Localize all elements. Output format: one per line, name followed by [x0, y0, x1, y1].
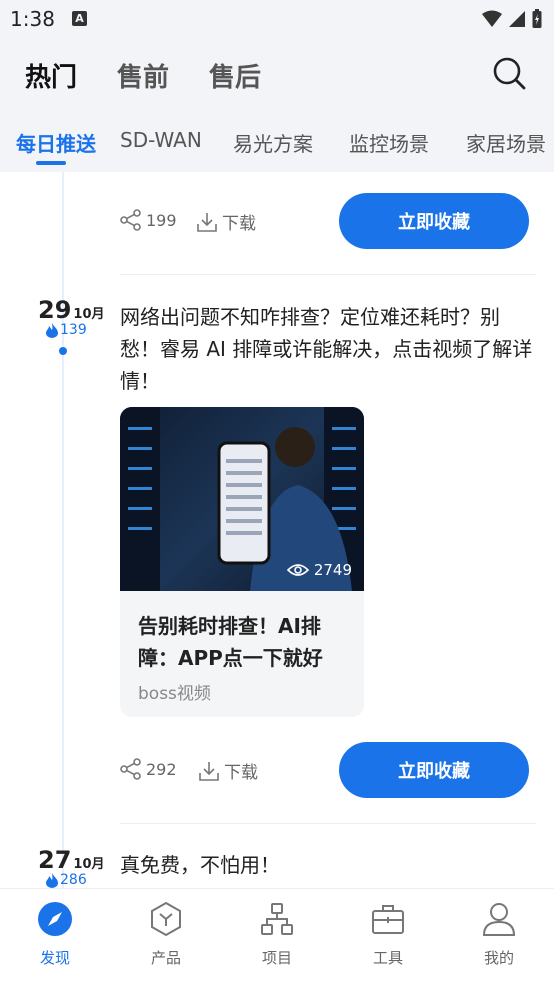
- toolbox-icon: [372, 905, 404, 934]
- tab-aftersale[interactable]: 售后: [209, 57, 261, 94]
- status-bar: 1:38 A: [0, 0, 554, 38]
- divider: [120, 823, 536, 824]
- subtab-home[interactable]: 家居场景: [466, 128, 546, 157]
- flame-icon: [46, 872, 58, 888]
- hierarchy-icon: [261, 903, 293, 935]
- download-icon: [197, 212, 217, 232]
- battery-icon: [532, 9, 542, 28]
- view-count: 2749: [286, 561, 352, 579]
- bottom-nav: 发现 产品 项目 工具 我的: [0, 888, 554, 985]
- divider: [120, 274, 536, 275]
- share-icon: [120, 758, 141, 780]
- flame-icon: [46, 322, 58, 338]
- post-text[interactable]: 真免费，不怕用！: [120, 849, 534, 881]
- cube-icon: [151, 901, 181, 937]
- collect-button[interactable]: 立即收藏: [339, 742, 529, 798]
- compass-icon: [38, 902, 72, 936]
- notification-a-icon: A: [72, 11, 87, 26]
- post-month: 10月: [73, 857, 105, 872]
- post-date: 27 10月 286: [38, 846, 108, 888]
- subtab-daily-push[interactable]: 每日推送: [16, 128, 96, 157]
- status-icons: [482, 9, 542, 29]
- download-button[interactable]: 下载: [196, 209, 256, 234]
- eye-icon: [286, 564, 309, 576]
- post-actions: 199 下载 立即收藏: [120, 193, 532, 249]
- heat-count: 139: [46, 322, 108, 338]
- feed[interactable]: 199 下载 立即收藏 29 10月 139 网络出问题不知咋排查？定位难还耗时？…: [0, 172, 554, 888]
- share-button[interactable]: 292: [120, 758, 177, 780]
- search-icon[interactable]: [492, 56, 526, 90]
- active-tab-indicator: [36, 161, 66, 165]
- subtab-sd-wan[interactable]: SD-WAN: [120, 128, 202, 152]
- post-text[interactable]: 网络出问题不知咋排查？定位难还耗时？别愁！睿易 AI 排障或许能解决，点击视频了…: [120, 301, 534, 397]
- video-thumbnail: 2749: [120, 407, 364, 591]
- tab-presale[interactable]: 售前: [117, 57, 169, 94]
- sub-tab-bar: 每日推送 SD-WAN 易光方案 监控场景 家居场景: [0, 114, 554, 172]
- heat-count: 286: [46, 872, 108, 888]
- download-label: 下载: [222, 214, 256, 234]
- subtab-monitoring[interactable]: 监控场景: [349, 128, 429, 157]
- video-card[interactable]: 2749 告别耗时排查！AI排障：APP点一下就好 boss视频: [120, 407, 364, 717]
- subtab-yiguang[interactable]: 易光方案: [233, 128, 313, 157]
- nav-products[interactable]: 产品: [126, 901, 206, 968]
- video-source: boss视频: [138, 684, 211, 704]
- download-button[interactable]: 下载: [198, 758, 258, 783]
- post-day: 29: [38, 296, 72, 324]
- share-count: 292: [146, 759, 177, 779]
- nav-projects[interactable]: 项目: [237, 901, 317, 968]
- timeline-line: [62, 172, 64, 888]
- status-time: 1:38: [10, 7, 55, 31]
- nav-me[interactable]: 我的: [459, 901, 539, 968]
- download-label: 下载: [224, 763, 258, 783]
- collect-button[interactable]: 立即收藏: [339, 193, 529, 249]
- post-day: 27: [38, 846, 72, 874]
- post-date: 29 10月 139: [38, 296, 108, 338]
- nav-discover[interactable]: 发现: [15, 901, 95, 968]
- download-icon: [199, 761, 219, 781]
- wifi-icon: [482, 10, 502, 27]
- signal-icon: [509, 11, 525, 27]
- post-month: 10月: [73, 307, 105, 322]
- tab-hot[interactable]: 热门: [25, 57, 77, 94]
- share-button[interactable]: 199: [120, 209, 177, 231]
- share-count: 199: [146, 210, 177, 230]
- user-icon: [482, 903, 516, 936]
- share-icon: [120, 209, 141, 231]
- post-actions: 292 下载 立即收藏: [120, 742, 532, 798]
- video-title: 告别耗时排查！AI排障：APP点一下就好: [138, 614, 323, 670]
- header: 热门 售前 售后: [0, 38, 554, 114]
- timeline-dot: [59, 347, 67, 355]
- nav-tools[interactable]: 工具: [348, 901, 428, 968]
